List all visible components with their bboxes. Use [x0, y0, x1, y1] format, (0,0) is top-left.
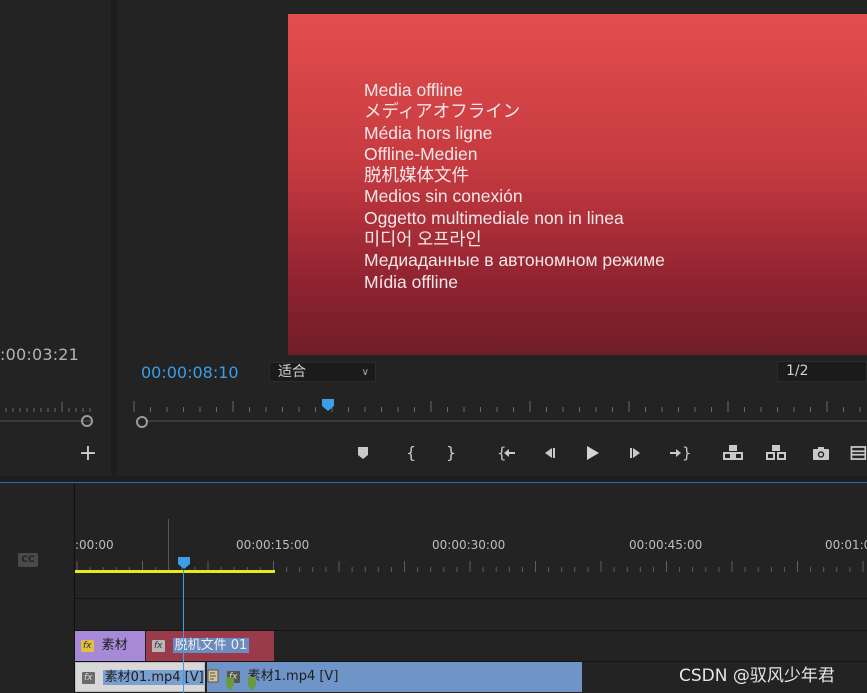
track-separator: [75, 598, 867, 599]
program-zoom-handle[interactable]: [136, 416, 148, 428]
clip-link-icon: [207, 669, 219, 683]
source-timecode[interactable]: :00:03:21: [0, 345, 79, 364]
resolution-value: 1/2: [786, 363, 809, 379]
clip-item[interactable]: fx 素材: [75, 631, 145, 661]
chevron-down-icon: ∨: [361, 367, 369, 378]
clip-item[interactable]: fx 素材1.mp4 [V]: [207, 662, 582, 692]
ruler-label: 00:01:0: [825, 538, 867, 552]
go-to-out-icon[interactable]: }: [666, 440, 692, 466]
source-zoom-handle[interactable]: [81, 415, 93, 427]
ruler-label: 00:00:15:00: [236, 538, 310, 552]
offline-line: Medios sin conexión: [364, 186, 523, 207]
clip-label: 素材: [101, 638, 128, 653]
export-frame-icon[interactable]: [808, 440, 834, 466]
offline-line: 脱机媒体文件: [364, 165, 469, 186]
offline-line: Mídia offline: [364, 271, 459, 292]
svg-text:{: {: [406, 443, 416, 462]
extract-icon[interactable]: [763, 440, 789, 466]
fx-badge: fx: [81, 639, 94, 652]
add-marker-icon[interactable]: [350, 440, 376, 466]
playback-resolution-dropdown[interactable]: 1/2: [777, 361, 867, 382]
offline-line: 미디어 오프라인: [364, 229, 482, 250]
clip-label: 素材01.mp4 [V]: [102, 670, 204, 685]
offline-line: Медиаданные в автономном режиме: [364, 250, 665, 271]
insert-icon[interactable]: [848, 440, 867, 466]
svg-text:}: }: [446, 443, 456, 462]
playhead-line: [183, 570, 184, 693]
fx-badge: fx: [152, 639, 165, 652]
work-area-bar[interactable]: [75, 570, 275, 573]
program-ruler[interactable]: [132, 398, 867, 412]
offline-message: Media offline メディアオフライン Média hors ligne…: [364, 80, 665, 293]
svg-text:}: }: [682, 444, 690, 462]
ruler-label: :00:00: [75, 538, 114, 552]
mark-in-icon[interactable]: {: [396, 440, 422, 466]
captions-icon[interactable]: CC: [18, 553, 38, 567]
zoom-fit-value: 适合: [278, 364, 306, 380]
ruler-label: 00:00:45:00: [629, 538, 703, 552]
fx-badge: fx: [82, 671, 95, 684]
source-ruler[interactable]: [0, 398, 100, 412]
step-back-icon[interactable]: [536, 440, 562, 466]
offline-line: Offline-Medien: [364, 143, 478, 164]
offline-line: メディアオフライン: [364, 101, 521, 122]
offline-line: Oggetto multimediale non in linea: [364, 207, 624, 228]
zoom-fit-dropdown[interactable]: 适合 ∨: [269, 362, 376, 382]
offline-line: Media offline: [364, 80, 463, 100]
program-playhead[interactable]: [321, 398, 335, 412]
clip-item[interactable]: fx 素材01.mp4 [V]: [75, 662, 205, 692]
marker-line: [168, 519, 169, 569]
program-timecode[interactable]: 00:00:08:10: [141, 363, 239, 382]
clip-label: 素材1.mp4 [V]: [247, 669, 339, 684]
mark-out-icon[interactable]: }: [436, 440, 462, 466]
offline-line: Média hors ligne: [364, 122, 493, 143]
program-scrub-bar[interactable]: [145, 420, 867, 422]
track-header-column: [0, 483, 75, 693]
clip-label: 脱机文件 01: [172, 638, 250, 653]
keyframe-icon: [226, 677, 256, 691]
add-button[interactable]: +: [78, 442, 98, 466]
source-scrub-bar[interactable]: [0, 420, 92, 422]
watermark-text: CSDN @驭风少年君: [679, 666, 835, 686]
lift-icon[interactable]: [720, 440, 746, 466]
ruler-label: 00:00:30:00: [432, 538, 506, 552]
step-forward-icon[interactable]: [623, 440, 649, 466]
timeline-playhead[interactable]: [177, 556, 191, 570]
go-to-in-icon[interactable]: {: [493, 440, 519, 466]
clip-item[interactable]: fx 脱机文件 01: [146, 631, 274, 661]
play-icon[interactable]: [579, 440, 605, 466]
